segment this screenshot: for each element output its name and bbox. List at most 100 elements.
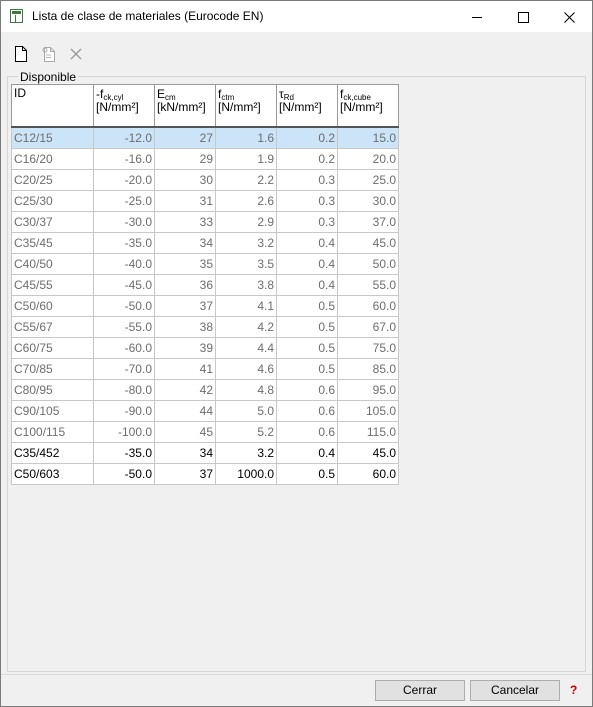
- cell-fck-cube: 60.0: [337, 463, 399, 485]
- cell-ecm: 33: [154, 211, 216, 233]
- cell-tau-rd: 0.6: [276, 400, 338, 422]
- close-dialog-button[interactable]: Cerrar: [375, 680, 465, 701]
- delete-button[interactable]: [66, 44, 86, 64]
- cell-fctm: 3.5: [215, 253, 277, 275]
- new-document-icon: [15, 46, 27, 62]
- cell-ecm: 37: [154, 295, 216, 317]
- materials-table: ID -fck,cyl [N/mm²] Ecm [kN/mm²] fctm [N…: [11, 84, 399, 485]
- cell-fctm: 4.8: [215, 379, 277, 401]
- copy-document-icon: [42, 47, 55, 62]
- cell-tau-rd: 0.4: [276, 232, 338, 254]
- header-unit: [N/mm²]: [218, 100, 261, 114]
- cell-fctm: 1.9: [215, 148, 277, 170]
- column-header-tau-rd[interactable]: τRd [N/mm²]: [276, 84, 338, 128]
- cell-id: C80/95: [11, 379, 94, 401]
- table-row[interactable]: C30/37 -30.0 33 2.9 0.3 37.0: [11, 211, 399, 233]
- cell-fck-cyl: -90.0: [93, 400, 155, 422]
- cell-fck-cube: 30.0: [337, 190, 399, 212]
- cell-fck-cube: 60.0: [337, 295, 399, 317]
- header-unit: [N/mm²]: [340, 100, 383, 114]
- cell-id: C30/37: [11, 211, 94, 233]
- group-label: Disponible: [18, 70, 79, 84]
- table-row[interactable]: C50/603 -50.0 37 1000.0 0.5 60.0: [11, 463, 399, 485]
- header-unit: [N/mm²]: [279, 100, 322, 114]
- table-row[interactable]: C40/50 -40.0 35 3.5 0.4 50.0: [11, 253, 399, 275]
- column-header-ecm[interactable]: Ecm [kN/mm²]: [154, 84, 216, 128]
- cell-fck-cube: 85.0: [337, 358, 399, 380]
- table-row[interactable]: C45/55 -45.0 36 3.8 0.4 55.0: [11, 274, 399, 296]
- table-row[interactable]: C35/45 -35.0 34 3.2 0.4 45.0: [11, 232, 399, 254]
- table-row[interactable]: C80/95 -80.0 42 4.8 0.6 95.0: [11, 379, 399, 401]
- cell-tau-rd: 0.3: [276, 169, 338, 191]
- cell-id: C70/85: [11, 358, 94, 380]
- table-row[interactable]: C35/452 -35.0 34 3.2 0.4 45.0: [11, 442, 399, 464]
- cell-fctm: 4.2: [215, 316, 277, 338]
- table-row[interactable]: C90/105 -90.0 44 5.0 0.6 105.0: [11, 400, 399, 422]
- column-header-id[interactable]: ID: [11, 84, 94, 128]
- cell-fck-cyl: -35.0: [93, 442, 155, 464]
- cell-fck-cube: 115.0: [337, 421, 399, 443]
- copy-button[interactable]: [39, 44, 59, 64]
- cell-ecm: 44: [154, 400, 216, 422]
- cell-fck-cyl: -16.0: [93, 148, 155, 170]
- minimize-button[interactable]: [454, 1, 500, 32]
- cell-tau-rd: 0.5: [276, 295, 338, 317]
- cell-fck-cube: 20.0: [337, 148, 399, 170]
- cell-fck-cyl: -80.0: [93, 379, 155, 401]
- header-unit: [kN/mm²]: [157, 100, 206, 114]
- cell-id: C16/20: [11, 148, 94, 170]
- column-header-fctm[interactable]: fctm [N/mm²]: [215, 84, 277, 128]
- cell-fctm: 2.6: [215, 190, 277, 212]
- cell-fck-cube: 50.0: [337, 253, 399, 275]
- table-row[interactable]: C55/67 -55.0 38 4.2 0.5 67.0: [11, 316, 399, 338]
- table-row[interactable]: C60/75 -60.0 39 4.4 0.5 75.0: [11, 337, 399, 359]
- title-bar: Lista de clase de materiales (Eurocode E…: [1, 1, 592, 32]
- cell-tau-rd: 0.3: [276, 211, 338, 233]
- cell-fck-cyl: -70.0: [93, 358, 155, 380]
- cell-fctm: 3.2: [215, 442, 277, 464]
- cell-tau-rd: 0.6: [276, 421, 338, 443]
- cell-fck-cyl: -35.0: [93, 232, 155, 254]
- cell-tau-rd: 0.2: [276, 148, 338, 170]
- cell-fck-cube: 15.0: [337, 126, 399, 149]
- cell-tau-rd: 0.4: [276, 253, 338, 275]
- cell-fck-cyl: -30.0: [93, 211, 155, 233]
- cell-fctm: 1000.0: [215, 463, 277, 485]
- column-header-fck-cyl[interactable]: -fck,cyl [N/mm²]: [93, 84, 155, 128]
- cell-fctm: 5.2: [215, 421, 277, 443]
- table-row[interactable]: C12/15 -12.0 27 1.6 0.2 15.0: [11, 126, 399, 149]
- close-button[interactable]: [546, 1, 592, 32]
- help-icon[interactable]: ?: [570, 683, 577, 697]
- cancel-button[interactable]: Cancelar: [470, 680, 560, 701]
- cell-fck-cube: 105.0: [337, 400, 399, 422]
- maximize-button[interactable]: [500, 1, 546, 32]
- cell-tau-rd: 0.5: [276, 358, 338, 380]
- table-row[interactable]: C25/30 -25.0 31 2.6 0.3 30.0: [11, 190, 399, 212]
- cell-fck-cube: 37.0: [337, 211, 399, 233]
- cell-tau-rd: 0.5: [276, 316, 338, 338]
- delete-icon: [70, 48, 82, 60]
- cell-ecm: 39: [154, 337, 216, 359]
- cell-fck-cube: 75.0: [337, 337, 399, 359]
- table-row[interactable]: C100/115 -100.0 45 5.2 0.6 115.0: [11, 421, 399, 443]
- cell-tau-rd: 0.5: [276, 337, 338, 359]
- cell-fck-cyl: -12.0: [93, 126, 155, 149]
- cell-ecm: 36: [154, 274, 216, 296]
- column-header-fck-cube[interactable]: fck,cube [N/mm²]: [337, 84, 399, 128]
- cell-ecm: 37: [154, 463, 216, 485]
- cell-fctm: 2.2: [215, 169, 277, 191]
- maximize-icon: [517, 11, 529, 23]
- cell-tau-rd: 0.2: [276, 126, 338, 149]
- cell-fck-cyl: -50.0: [93, 463, 155, 485]
- table-row[interactable]: C50/60 -50.0 37 4.1 0.5 60.0: [11, 295, 399, 317]
- cell-fck-cyl: -100.0: [93, 421, 155, 443]
- window-title: Lista de clase de materiales (Eurocode E…: [32, 9, 264, 23]
- table-row[interactable]: C70/85 -70.0 41 4.6 0.5 85.0: [11, 358, 399, 380]
- table-row[interactable]: C16/20 -16.0 29 1.9 0.2 20.0: [11, 148, 399, 170]
- cell-fctm: 5.0: [215, 400, 277, 422]
- cell-tau-rd: 0.4: [276, 274, 338, 296]
- cell-ecm: 31: [154, 190, 216, 212]
- new-button[interactable]: [11, 44, 31, 64]
- cell-fck-cube: 67.0: [337, 316, 399, 338]
- table-row[interactable]: C20/25 -20.0 30 2.2 0.3 25.0: [11, 169, 399, 191]
